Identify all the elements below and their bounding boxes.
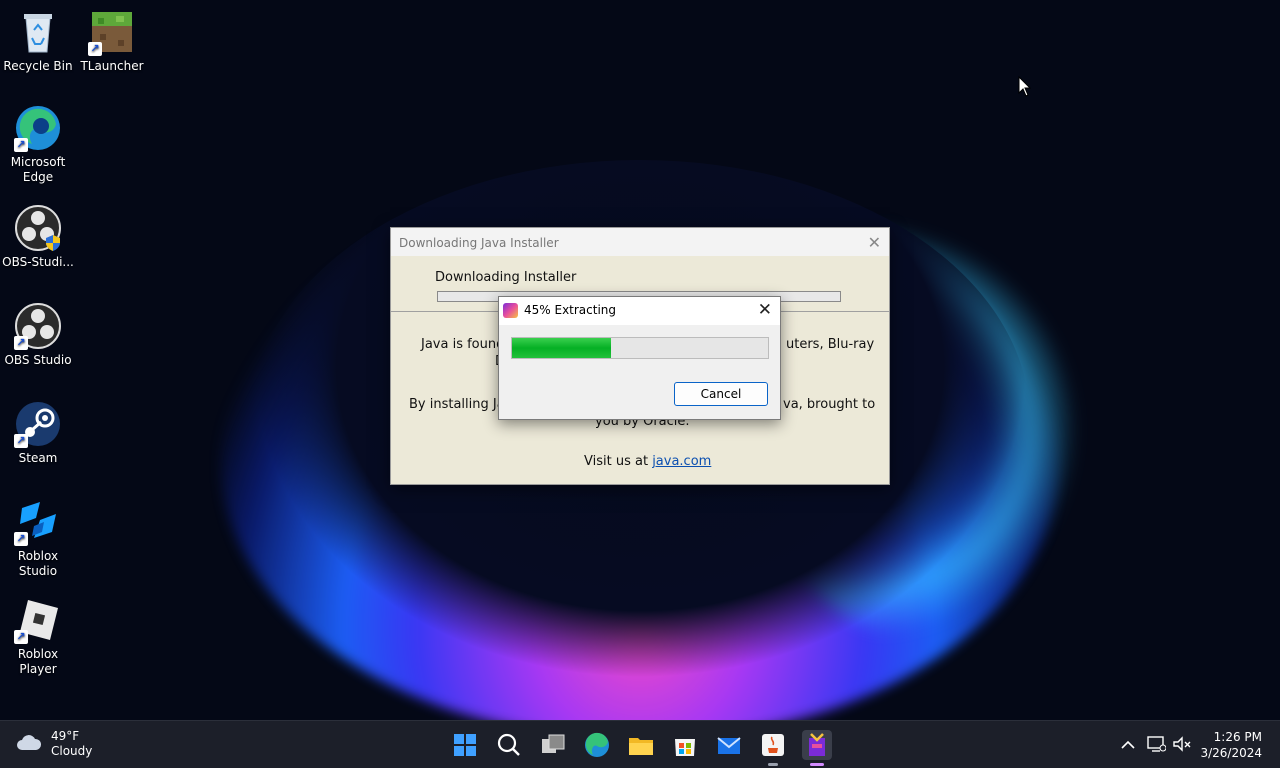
desktop-icon-label: Roblox Player bbox=[17, 647, 59, 676]
volume-button[interactable] bbox=[1172, 735, 1192, 757]
license-text-left: By installing Jav bbox=[409, 397, 513, 412]
obs-icon: ↗ bbox=[14, 302, 62, 350]
steam-icon: ↗ bbox=[14, 400, 62, 448]
start-icon bbox=[454, 734, 476, 756]
desktop-icon-label: Steam bbox=[18, 451, 58, 465]
cancel-button[interactable]: Cancel bbox=[674, 382, 768, 406]
taskbar-edge-button[interactable] bbox=[582, 730, 612, 760]
cloud-icon bbox=[16, 735, 42, 751]
edge-icon bbox=[585, 732, 609, 757]
visit-line: Visit us at java.com bbox=[584, 454, 711, 469]
desktop-icon-obs-studio-admin[interactable]: OBS-Studi... bbox=[0, 204, 76, 270]
desktop-icon-label: Microsoft Edge bbox=[10, 155, 66, 184]
active-indicator bbox=[810, 763, 824, 766]
file-explorer-button[interactable] bbox=[626, 730, 656, 760]
java-icon bbox=[762, 734, 784, 756]
clock-date: 3/26/2024 bbox=[1200, 746, 1262, 760]
system-clock[interactable]: 1:26 PM 3/26/2024 bbox=[1200, 729, 1262, 761]
desktop: Recycle Bin ↗ TLauncher ↗ Microsoft Edge… bbox=[0, 0, 1280, 720]
java-taskbar-button[interactable] bbox=[758, 730, 788, 766]
network-icon bbox=[1147, 736, 1167, 752]
task-view-button[interactable] bbox=[538, 730, 568, 760]
shortcut-arrow-icon: ↗ bbox=[88, 42, 102, 56]
clock-time: 1:26 PM bbox=[1213, 730, 1262, 744]
search-button[interactable] bbox=[494, 730, 524, 760]
running-indicator bbox=[768, 763, 778, 766]
file-explorer-icon bbox=[629, 738, 653, 755]
desktop-icon-roblox-studio[interactable]: ↗ Roblox Studio bbox=[0, 498, 76, 579]
desktop-icon-roblox-player[interactable]: ↗ Roblox Player bbox=[0, 596, 76, 677]
roblox-player-icon: ↗ bbox=[14, 596, 62, 644]
extracting-progress-bar bbox=[511, 337, 769, 359]
mail-button[interactable] bbox=[714, 730, 744, 760]
store-icon bbox=[675, 739, 695, 756]
desktop-icon-obs-studio[interactable]: ↗ OBS Studio bbox=[0, 302, 76, 368]
shortcut-arrow-icon: ↗ bbox=[14, 336, 28, 350]
installer-icon bbox=[809, 733, 825, 756]
weather-temp: 49°F bbox=[51, 729, 80, 743]
extracting-title: 45% Extracting bbox=[524, 303, 617, 317]
taskbar: 49°F Cloudy 1:26 PM 3/26/2024 bbox=[0, 720, 1280, 768]
volume-muted-icon bbox=[1173, 736, 1191, 752]
extracting-dialog: 45% Extracting ✕ Cancel bbox=[498, 296, 781, 420]
start-button[interactable] bbox=[450, 730, 480, 760]
desktop-icon-recycle-bin[interactable]: Recycle Bin bbox=[0, 8, 76, 74]
java-description-right: uters, Blu-ray bbox=[786, 337, 875, 352]
show-hidden-icons-button[interactable] bbox=[1120, 737, 1136, 756]
desktop-icon-steam[interactable]: ↗ Steam bbox=[0, 400, 76, 466]
desktop-icon-label: TLauncher bbox=[80, 59, 144, 73]
mouse-cursor-icon bbox=[1018, 75, 1032, 102]
shortcut-arrow-icon: ↗ bbox=[14, 630, 28, 644]
uac-shield-icon bbox=[44, 234, 62, 252]
desktop-icon-label: Recycle Bin bbox=[3, 59, 73, 73]
java-description-left: Java is found bbox=[421, 337, 505, 352]
tlauncher-icon: ↗ bbox=[88, 8, 136, 56]
extracting-titlebar[interactable]: 45% Extracting ✕ bbox=[499, 297, 780, 325]
network-button[interactable] bbox=[1146, 735, 1167, 757]
installer-titlebar[interactable]: Downloading Java Installer ✕ bbox=[391, 228, 889, 256]
weather-desc: Cloudy bbox=[51, 744, 93, 758]
desktop-icon-label: OBS Studio bbox=[4, 353, 72, 367]
recycle-bin-icon bbox=[14, 8, 62, 56]
desktop-icon-microsoft-edge[interactable]: ↗ Microsoft Edge bbox=[0, 104, 76, 185]
desktop-icon-label: OBS-Studi... bbox=[2, 255, 74, 269]
store-button[interactable] bbox=[670, 730, 700, 760]
search-icon bbox=[497, 733, 520, 756]
installer-app-icon bbox=[503, 303, 518, 318]
installer-title: Downloading Java Installer bbox=[399, 236, 559, 250]
installer-close-icon[interactable]: ✕ bbox=[868, 233, 881, 252]
mail-icon bbox=[717, 737, 741, 754]
installer-taskbar-button[interactable] bbox=[802, 730, 832, 766]
license-text-right: va, brought to bbox=[783, 397, 876, 412]
roblox-studio-icon: ↗ bbox=[14, 498, 62, 546]
desktop-icon-label: Roblox Studio bbox=[17, 549, 59, 578]
downloading-label: Downloading Installer bbox=[435, 270, 577, 285]
extracting-close-icon[interactable]: ✕ bbox=[758, 300, 772, 320]
chevron-up-icon bbox=[1121, 740, 1135, 749]
visit-prefix: Visit us at bbox=[584, 454, 649, 469]
task-view-icon bbox=[542, 734, 565, 753]
java-com-link[interactable]: java.com bbox=[652, 454, 711, 469]
edge-icon: ↗ bbox=[14, 104, 62, 152]
shortcut-arrow-icon: ↗ bbox=[14, 434, 28, 448]
shortcut-arrow-icon: ↗ bbox=[14, 138, 28, 152]
extracting-progress-fill bbox=[512, 338, 612, 358]
obs-icon bbox=[14, 204, 62, 252]
desktop-icon-tlauncher[interactable]: ↗ TLauncher bbox=[74, 8, 150, 74]
shortcut-arrow-icon: ↗ bbox=[14, 532, 28, 546]
